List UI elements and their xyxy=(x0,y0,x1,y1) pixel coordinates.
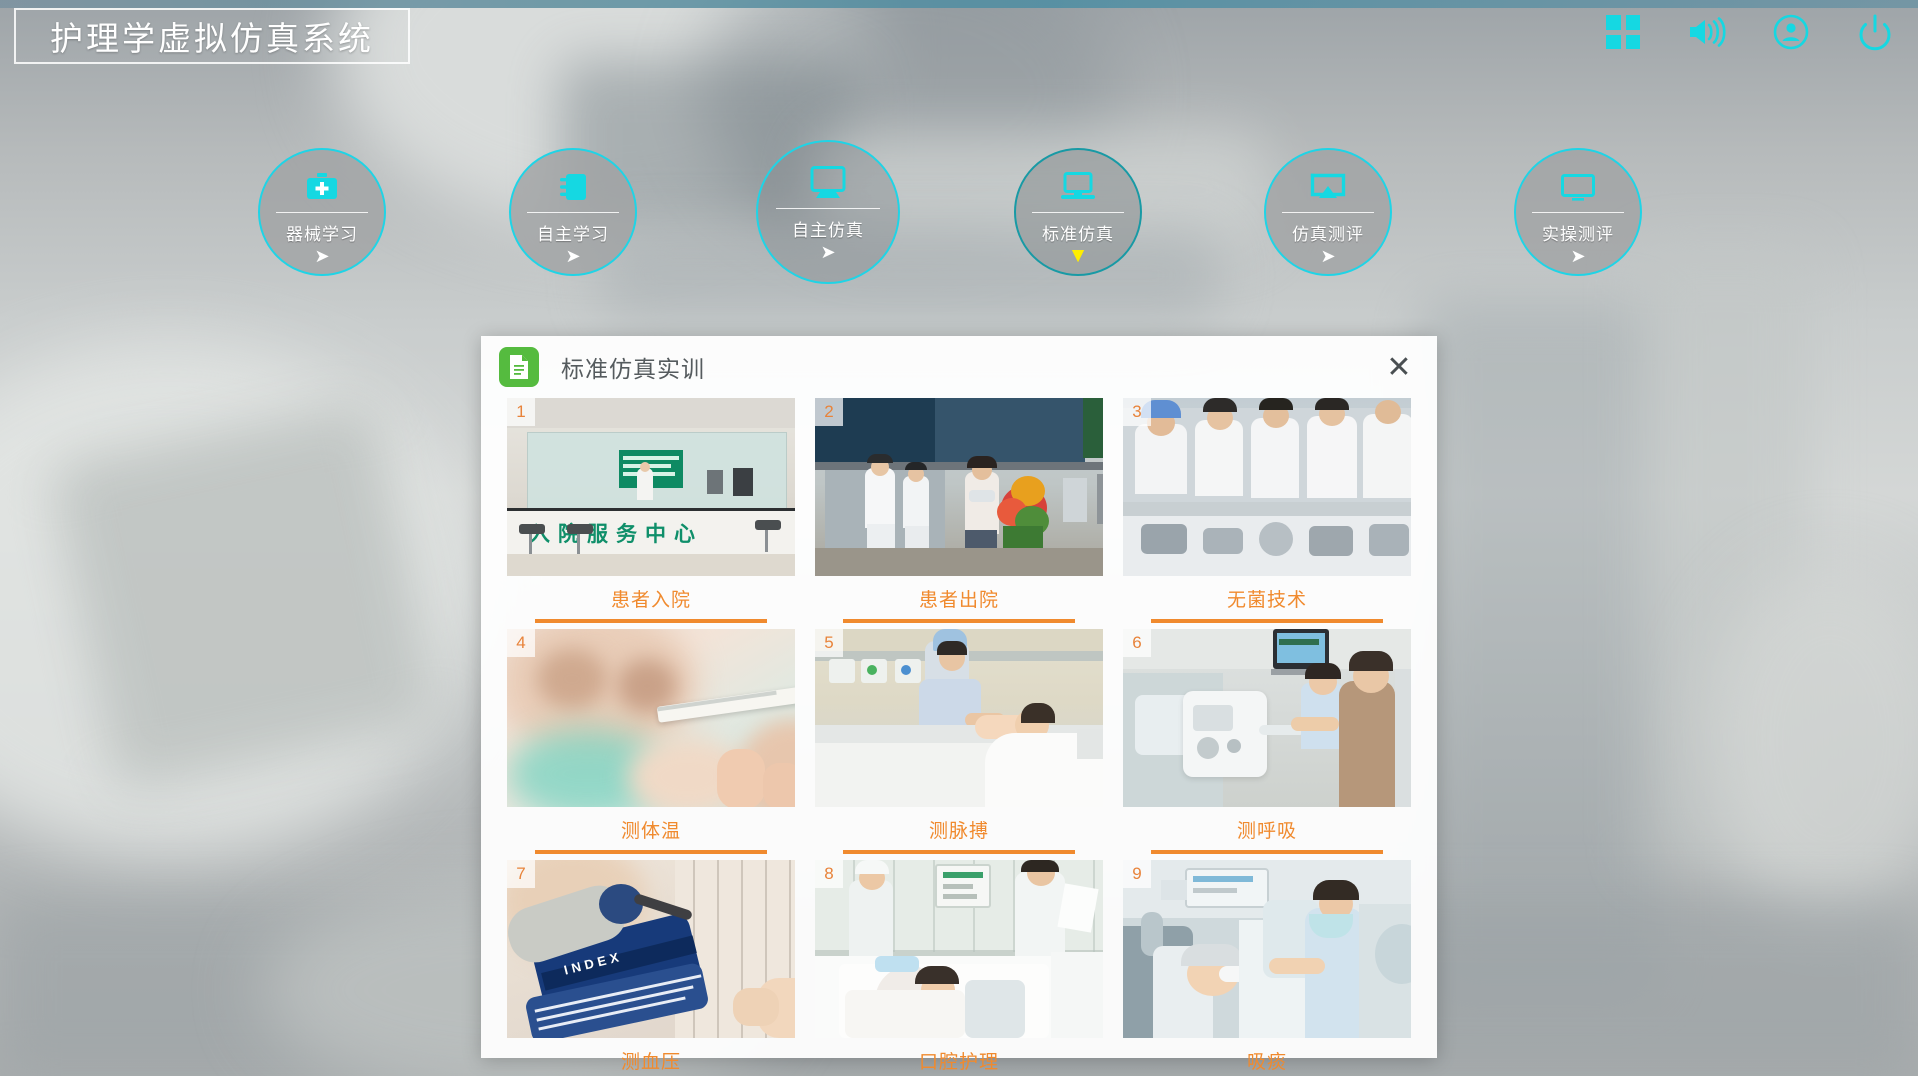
nav-arrow-icon: ➤ xyxy=(565,246,581,266)
item-number-badge: 5 xyxy=(815,629,843,657)
item-underline xyxy=(535,850,767,854)
nav-item-label: 自主仿真 xyxy=(792,221,864,241)
main-navigation: 器械学习 ➤ 自主学习 ➤ 自主仿真 ➤ 标准仿真 ▼ 仿真测评 ➤ 实操测评 … xyxy=(0,138,1918,288)
nav-arrow-icon: ▼ xyxy=(1067,244,1089,267)
nav-arrow-icon: ➤ xyxy=(1320,246,1336,266)
nav-item-qixiexuexi[interactable]: 器械学习 ➤ xyxy=(258,148,386,276)
item-number-badge: 3 xyxy=(1123,398,1151,426)
item-underline xyxy=(843,850,1075,854)
item-label: 测血压 xyxy=(620,1051,681,1073)
grid-item[interactable]: 6 测呼吸 xyxy=(1123,629,1411,854)
grid-item[interactable]: 4 测体温 xyxy=(507,629,795,854)
top-accent-bar xyxy=(0,0,1918,8)
power-icon[interactable] xyxy=(1856,13,1894,51)
nav-item-label: 自主学习 xyxy=(537,225,609,245)
grid-item[interactable]: 9 吸痰 xyxy=(1123,860,1411,1076)
item-number-badge: 6 xyxy=(1123,629,1151,657)
monitor-icon xyxy=(809,166,847,200)
nav-divider xyxy=(1532,212,1624,213)
modal-title: 标准仿真实训 xyxy=(561,357,705,383)
grid-item[interactable]: INDEX 7 测血压 xyxy=(507,860,795,1076)
nav-item-label: 仿真测评 xyxy=(1292,225,1364,245)
grid-item[interactable]: 入院服务中心 1 患者入院 xyxy=(507,398,795,623)
thumbnail: 8 xyxy=(815,860,1103,1038)
nav-arrow-icon: ➤ xyxy=(314,246,330,266)
scene-thermometer xyxy=(507,629,795,807)
nav-item-shicaocepping[interactable]: 实操测评 ➤ xyxy=(1514,148,1642,276)
thumbnail: 入院服务中心 1 xyxy=(507,398,795,576)
item-label: 患者出院 xyxy=(918,589,999,611)
grid-item[interactable]: 5 测脉搏 xyxy=(815,629,1103,854)
item-number-badge: 7 xyxy=(507,860,535,888)
item-underline xyxy=(843,619,1075,623)
item-underline xyxy=(535,619,767,623)
thumbnail: INDEX 7 xyxy=(507,860,795,1038)
scene-oral-care xyxy=(815,860,1103,1038)
scene-admission-desk: 入院服务中心 xyxy=(507,398,795,576)
close-icon[interactable]: ✕ xyxy=(1385,353,1413,383)
scene-respiration-monitor xyxy=(1123,629,1411,807)
scene-sterile-technique xyxy=(1123,398,1411,576)
nav-divider xyxy=(276,212,368,213)
scene-discharge-exit xyxy=(815,398,1103,576)
item-label: 测脉搏 xyxy=(928,820,989,842)
nav-item-label: 实操测评 xyxy=(1542,225,1614,245)
grid-item[interactable]: 8 口腔护理 xyxy=(815,860,1103,1076)
nav-item-zizhufangzhen[interactable]: 自主仿真 ➤ xyxy=(756,140,900,284)
thumbnail: 5 xyxy=(815,629,1103,807)
item-number-badge: 9 xyxy=(1123,860,1151,888)
user-icon[interactable] xyxy=(1772,13,1810,51)
nav-divider xyxy=(1282,212,1374,213)
standard-simulation-modal: 标准仿真实训 ✕ 入院服务中心 1 患者入院 2 患者出院 3 无菌技术 4 测… xyxy=(481,336,1437,1073)
scene-blood-pressure-cuff: INDEX xyxy=(507,860,795,1038)
app-title: 护理学虚拟仿真系统 xyxy=(50,19,374,58)
notebook-icon xyxy=(558,170,588,204)
thumbnail: 6 xyxy=(1123,629,1411,807)
thumbnail: 4 xyxy=(507,629,795,807)
grid-item[interactable]: 2 患者出院 xyxy=(815,398,1103,623)
nav-divider xyxy=(776,208,880,209)
nav-item-label: 器械学习 xyxy=(286,225,358,245)
background-blur-shape xyxy=(49,399,441,791)
simulation-grid: 入院服务中心 1 患者入院 2 患者出院 3 无菌技术 4 测体温 5 测脉搏 … xyxy=(481,398,1437,1076)
item-number-badge: 4 xyxy=(507,629,535,657)
system-icon-bar xyxy=(1606,8,1894,56)
nav-item-zizhuxuexi[interactable]: 自主学习 ➤ xyxy=(509,148,637,276)
item-label: 吸痰 xyxy=(1246,1051,1287,1073)
nav-divider xyxy=(527,212,619,213)
item-number-badge: 8 xyxy=(815,860,843,888)
background-blur-shape xyxy=(1420,300,1660,1000)
laptop-icon xyxy=(1059,170,1097,204)
cast-screen-icon xyxy=(1310,170,1346,204)
scene-suction xyxy=(1123,860,1411,1038)
item-label: 测呼吸 xyxy=(1236,820,1297,842)
scene-pulse-bedside xyxy=(815,629,1103,807)
nav-item-biaozhunfangzhen[interactable]: 标准仿真 ▼ xyxy=(1014,148,1142,276)
item-number-badge: 2 xyxy=(815,398,843,426)
nav-item-label: 标准仿真 xyxy=(1042,225,1114,245)
volume-icon[interactable] xyxy=(1686,16,1726,48)
grid-icon[interactable] xyxy=(1606,15,1640,49)
item-label: 患者入院 xyxy=(610,589,691,611)
item-number-badge: 1 xyxy=(507,398,535,426)
thumbnail: 3 xyxy=(1123,398,1411,576)
item-label: 口腔护理 xyxy=(918,1051,999,1073)
screen-icon xyxy=(1560,170,1596,204)
nav-arrow-icon: ➤ xyxy=(820,242,836,262)
nav-item-fangzhencepping[interactable]: 仿真测评 ➤ xyxy=(1264,148,1392,276)
app-title-box: 护理学虚拟仿真系统 xyxy=(14,8,410,64)
thumbnail: 9 xyxy=(1123,860,1411,1038)
grid-item[interactable]: 3 无菌技术 xyxy=(1123,398,1411,623)
medical-kit-icon xyxy=(305,170,339,204)
item-underline xyxy=(1151,850,1383,854)
thumbnail: 2 xyxy=(815,398,1103,576)
item-label: 测体温 xyxy=(620,820,681,842)
modal-header: 标准仿真实训 ✕ xyxy=(481,336,1437,398)
nav-divider xyxy=(1032,212,1124,213)
nav-arrow-icon: ➤ xyxy=(1570,246,1586,266)
item-label: 无菌技术 xyxy=(1226,589,1307,611)
document-icon xyxy=(499,347,539,387)
item-underline xyxy=(1151,619,1383,623)
